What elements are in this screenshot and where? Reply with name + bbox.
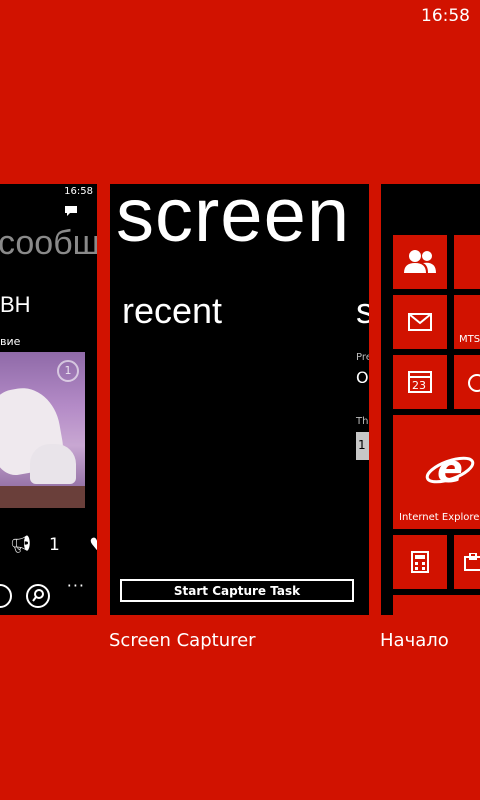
app-bar: ···	[0, 576, 97, 610]
page-title-fragment: сообщ	[0, 224, 97, 262]
app-card-start[interactable]: MTS 23 e Internet Explorer	[381, 184, 480, 615]
repost-count: 📢︎ 1	[10, 535, 60, 555]
channel-badge: 1	[57, 360, 79, 382]
setting-label: Pre	[356, 352, 369, 363]
setting-value[interactable]: O	[356, 368, 369, 387]
pivot-recent[interactable]: recent	[122, 290, 222, 332]
heart-icon: ♥	[89, 535, 97, 555]
card-clock: 16:58	[64, 186, 93, 197]
pivot-next[interactable]: s	[356, 290, 369, 332]
app-title: screen	[116, 184, 351, 258]
alarm-icon	[468, 374, 480, 392]
store-icon	[464, 553, 480, 571]
app-card-messages[interactable]: 16:58 сообщ ВН вие 1 📢︎ 1 ♥ 5 ···	[0, 184, 97, 615]
calculator-icon	[411, 551, 429, 573]
card-label-start: Начало	[380, 630, 449, 651]
tile-partial[interactable]	[454, 235, 480, 289]
start-capture-button[interactable]: Start Capture Task	[120, 579, 354, 602]
photo-figure	[30, 444, 76, 484]
message-icon	[65, 206, 77, 216]
search-icon	[32, 589, 44, 602]
post-stats: 📢︎ 1 ♥ 5	[10, 535, 97, 555]
megaphone-icon: 📢︎	[10, 535, 32, 555]
tile-label: MTS	[459, 334, 480, 345]
card-label-screen-capturer: Screen Capturer	[109, 630, 256, 651]
tile-partial[interactable]	[393, 595, 480, 615]
tile-calendar[interactable]: 23	[393, 355, 447, 409]
photo-stage	[0, 486, 85, 508]
internet-explorer-icon: e	[425, 447, 475, 491]
setting-label: Th	[356, 416, 369, 427]
tile-messaging[interactable]	[393, 295, 447, 349]
post-photo: 1	[0, 352, 85, 508]
like-count: ♥ 5	[89, 535, 97, 555]
appbar-button[interactable]	[0, 584, 12, 608]
svg-text:e: e	[437, 447, 463, 491]
tile-mts[interactable]: MTS	[454, 295, 480, 349]
tile-store[interactable]	[454, 535, 480, 589]
tile-alarms[interactable]	[454, 355, 480, 409]
people-icon	[404, 250, 436, 273]
status-clock: 16:58	[421, 6, 470, 26]
post-caption: вие	[0, 335, 21, 348]
post-heading: ВН	[0, 292, 31, 317]
tile-calculator[interactable]	[393, 535, 447, 589]
more-options-icon[interactable]: ···	[67, 576, 85, 595]
mail-icon	[408, 313, 432, 331]
app-card-screen-capturer[interactable]: screen recent s Pre O Th 1 Start Capture…	[110, 184, 369, 615]
calendar-date: 23	[412, 379, 426, 392]
threshold-input[interactable]: 1	[356, 432, 369, 460]
tile-people[interactable]	[393, 235, 447, 289]
search-button[interactable]	[26, 584, 50, 608]
tile-internet-explorer[interactable]: e Internet Explorer	[393, 415, 480, 529]
tile-label: Internet Explorer	[399, 512, 480, 523]
threshold-value: 1	[358, 438, 366, 452]
